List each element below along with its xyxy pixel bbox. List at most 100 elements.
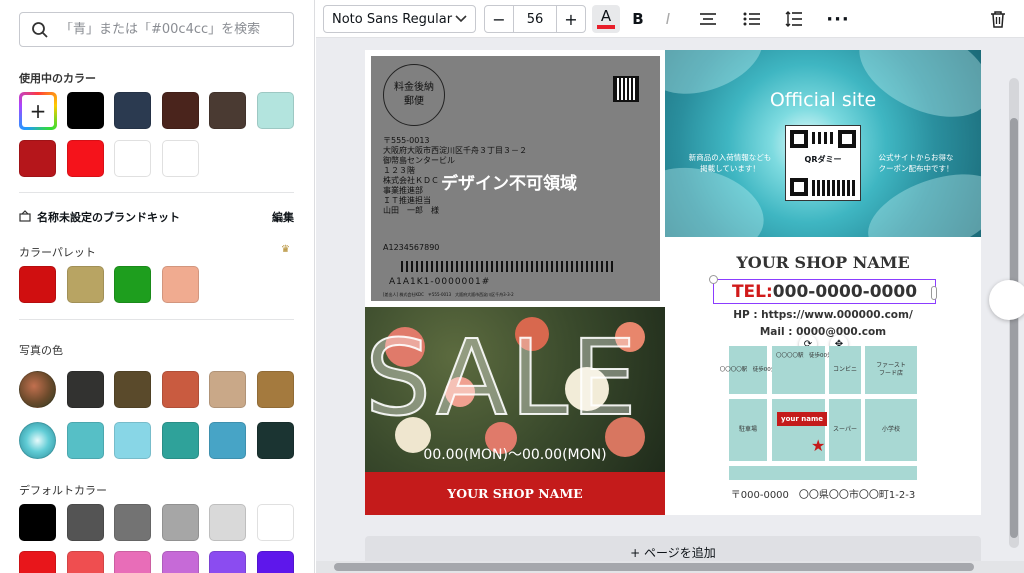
color-swatch[interactable]	[209, 551, 246, 573]
color-swatch[interactable]	[67, 266, 104, 303]
color-swatch[interactable]	[257, 422, 294, 459]
color-swatch[interactable]	[257, 504, 294, 541]
tel-number: 000-0000-0000	[772, 281, 918, 302]
brand-kit-title: 名称未設定のブランドキット	[37, 211, 180, 224]
color-swatch[interactable]	[257, 371, 294, 408]
divider	[19, 319, 294, 320]
more-options-icon[interactable]: ···	[824, 5, 852, 33]
map-parking: 駐車場	[729, 399, 767, 461]
list-icon[interactable]	[738, 5, 766, 33]
canvas-workspace: 料金後納 郵便 〒555-0013 大阪府大阪市西淀川区千舟３丁目３－２ 御幣島…	[316, 38, 1024, 573]
line-spacing-icon[interactable]	[780, 5, 808, 33]
color-swatch[interactable]	[209, 371, 246, 408]
scroll-thumb[interactable]	[334, 563, 974, 571]
horizontal-scrollbar[interactable]	[316, 561, 1024, 573]
side-toggle-button[interactable]	[989, 280, 1024, 320]
palette-title: カラーパレット	[19, 246, 96, 259]
color-swatch[interactable]	[67, 504, 104, 541]
map-super: スーパー	[829, 399, 861, 461]
search-input[interactable]	[60, 22, 293, 37]
color-swatch[interactable]	[162, 371, 199, 408]
sale-image[interactable]: SALE 00.00(MON)〜00.00(MON)	[365, 307, 665, 472]
color-swatch[interactable]	[67, 551, 104, 573]
hp-url[interactable]: HP : https://www.000000.com/	[665, 309, 981, 321]
brand-kit-icon	[19, 209, 31, 225]
color-swatch[interactable]	[67, 140, 104, 177]
default-colors-title: デフォルトカラー	[19, 484, 107, 497]
color-swatch[interactable]	[257, 92, 294, 129]
font-size-stepper: − 56 +	[484, 5, 586, 33]
text-color-button[interactable]: A	[592, 5, 620, 33]
color-swatch[interactable]	[209, 504, 246, 541]
sale-headline: SALE	[365, 316, 640, 440]
color-swatch[interactable]	[162, 504, 199, 541]
add-color-button[interactable]: +	[19, 92, 57, 130]
color-search[interactable]	[19, 12, 294, 47]
color-swatch[interactable]	[114, 422, 151, 459]
chevron-down-icon	[455, 12, 467, 27]
italic-button[interactable]: I	[654, 5, 682, 33]
color-swatch[interactable]	[19, 140, 56, 177]
color-swatch[interactable]	[162, 266, 199, 303]
flower-image[interactable]: Official site 新商品の入荷情報なども 掲載しています！ 公式サイト…	[665, 50, 981, 237]
align-center-icon[interactable]	[694, 5, 722, 33]
tel-textbox-selected[interactable]: TEL: 000-0000-0000	[713, 279, 936, 304]
color-swatch[interactable]	[162, 92, 199, 129]
increase-size-button[interactable]: +	[557, 6, 585, 32]
color-swatch[interactable]	[209, 422, 246, 459]
postmark-line2: 郵便	[404, 96, 424, 107]
color-swatch[interactable]	[19, 504, 56, 541]
shop-name-banner[interactable]: YOUR SHOP NAME	[365, 472, 665, 515]
plus-icon: +	[22, 95, 54, 127]
shop-name[interactable]: YOUR SHOP NAME	[665, 253, 981, 272]
map-station2: 〇〇〇〇駅 徒歩00分	[772, 346, 833, 394]
color-swatch[interactable]	[114, 504, 151, 541]
bold-button[interactable]: B	[624, 5, 652, 33]
text-color-bar	[597, 25, 615, 29]
color-swatch[interactable]	[162, 422, 199, 459]
color-swatch[interactable]	[67, 422, 104, 459]
access-map[interactable]: 〇〇〇〇駅 徒歩00分 〇〇〇〇駅 徒歩00分 コンビニ ファースト フード店 …	[720, 346, 917, 480]
color-swatch[interactable]	[114, 266, 151, 303]
color-swatch[interactable]	[257, 551, 294, 573]
font-name: Noto Sans Regular	[332, 11, 453, 27]
color-swatch[interactable]	[162, 140, 199, 177]
qr-small	[613, 76, 639, 102]
postmark-line1: 料金後納	[394, 82, 434, 93]
font-size-value[interactable]: 56	[513, 6, 557, 32]
mail-address[interactable]: Mail : 0000@000.com	[665, 326, 981, 338]
photo-thumbnail-sale[interactable]	[19, 371, 56, 408]
left-message: 新商品の入荷情報なども 掲載しています！	[688, 153, 772, 173]
qr-finder	[790, 130, 808, 148]
color-swatch[interactable]	[162, 551, 199, 573]
resize-handle[interactable]	[931, 286, 937, 300]
scroll-thumb[interactable]	[1010, 118, 1018, 538]
qr-finder	[838, 130, 856, 148]
color-swatch[interactable]	[67, 92, 104, 129]
color-swatch[interactable]	[114, 551, 151, 573]
text-toolbar: Noto Sans Regular − 56 + A B I ···	[316, 0, 1024, 38]
shop-address[interactable]: 〒000-0000 〇〇県〇〇市〇〇町1-2-3	[665, 486, 981, 501]
color-swatch[interactable]	[114, 140, 151, 177]
photo-thumbnail-flower[interactable]	[19, 422, 56, 459]
barcode-number: A1234567890	[383, 243, 440, 252]
no-design-label: デザイン不可領域	[441, 174, 577, 194]
color-panel: 使用中のカラー + 名称未設定のブランドキット 編集 カラーパレット ♛ 写真の…	[0, 0, 315, 573]
color-swatch[interactable]	[67, 371, 104, 408]
map-yourname-marker: your name	[777, 412, 827, 426]
color-swatch[interactable]	[114, 92, 151, 129]
photo-colors-title: 写真の色	[19, 344, 63, 357]
color-swatch[interactable]	[19, 551, 56, 573]
trash-icon[interactable]	[984, 5, 1012, 33]
color-swatch[interactable]	[209, 92, 246, 129]
brand-kit-edit-button[interactable]: 編集	[272, 209, 294, 225]
qr-pattern	[812, 132, 834, 144]
design-page[interactable]: 料金後納 郵便 〒555-0013 大阪府大阪市西淀川区千舟３丁目３－２ 御幣島…	[365, 50, 981, 515]
text-color-icon: A	[600, 7, 612, 25]
resize-handle[interactable]	[709, 275, 718, 284]
qr-code: QRダミー	[785, 125, 861, 201]
decrease-size-button[interactable]: −	[485, 6, 513, 32]
color-swatch[interactable]	[19, 266, 56, 303]
font-selector[interactable]: Noto Sans Regular	[323, 5, 476, 33]
color-swatch[interactable]	[114, 371, 151, 408]
